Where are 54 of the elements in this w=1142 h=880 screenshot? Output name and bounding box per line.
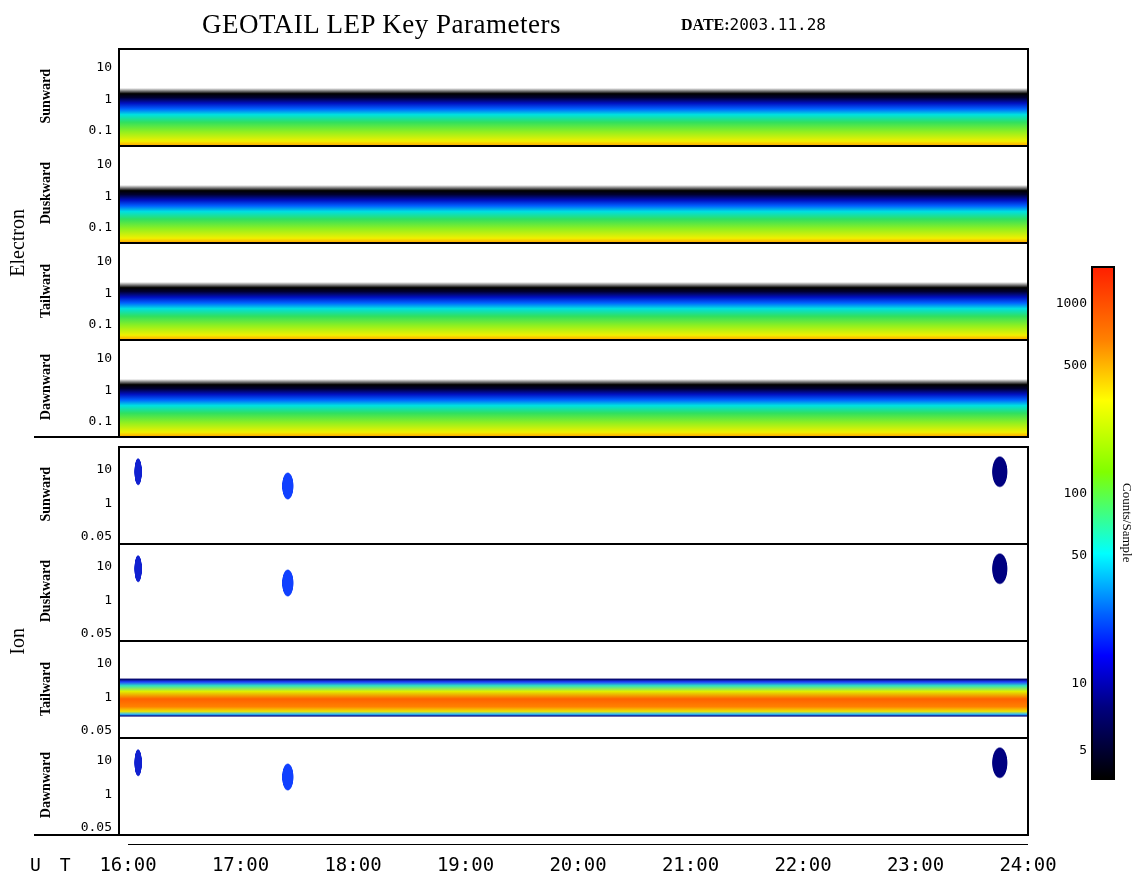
x-tick-label: 22:00	[774, 852, 832, 875]
date-value: 2003.11.28	[729, 14, 826, 34]
chart-title: GEOTAIL LEP Key Parameters	[202, 8, 561, 40]
x-tick-label: 24:00	[999, 852, 1057, 875]
y-tick-label: 1	[104, 91, 112, 106]
y-tick-label: 10	[96, 656, 112, 670]
x-tick-label: 17:00	[211, 852, 270, 875]
y-tick-label: 0.05	[80, 529, 112, 543]
panel-label: Duskward	[38, 162, 54, 225]
y-tick-label: 10	[96, 753, 112, 767]
y-tick-label: 0.1	[88, 123, 112, 137]
colorbar-tick-label: 10	[1071, 674, 1087, 690]
y-tick-label: 0.1	[88, 220, 112, 234]
x-tick-label: 20:00	[549, 852, 607, 875]
y-tick-label: 1	[104, 689, 112, 704]
y-tick-label: 10	[96, 462, 112, 476]
colorbar-tick-label: 500	[1063, 356, 1087, 372]
y-tick-label: 1	[104, 495, 112, 510]
x-tick-label: 16:00	[99, 852, 157, 875]
colorbar-tick-label: 1000	[1055, 294, 1087, 310]
group-label: Ion	[5, 627, 29, 655]
panel-label: Dawnward	[38, 354, 54, 421]
colorbar-label: Counts/Sample	[1119, 483, 1135, 563]
y-tick-label: 1	[104, 382, 112, 397]
y-tick-label: 10	[96, 254, 112, 268]
date-label: DATE:	[681, 15, 730, 33]
panel-label: Sunward	[38, 467, 54, 522]
y-tick-label: 1	[104, 188, 112, 203]
panel-label: Tailward	[38, 263, 54, 318]
y-tick-label: 10	[96, 351, 112, 365]
y-tick-label: 10	[96, 157, 112, 171]
y-tick-label: 0.05	[80, 820, 112, 834]
y-tick-label: 1	[104, 786, 112, 801]
y-tick-label: 0.1	[88, 317, 112, 331]
y-tick-label: 10	[96, 559, 112, 573]
colorbar-tick-label: 100	[1063, 484, 1087, 500]
y-tick-label: 0.1	[88, 414, 112, 428]
colorbar-tick-label: 5	[1079, 741, 1087, 757]
panel-label: Duskward	[38, 560, 54, 623]
y-tick-label: 0.05	[80, 626, 112, 640]
x-tick-label: 21:00	[661, 852, 720, 875]
y-tick-label: 0.05	[80, 723, 112, 737]
axis-label: U T	[29, 853, 76, 875]
y-tick-label: 1	[104, 285, 112, 300]
x-tick-label: 23:00	[886, 852, 945, 875]
colorbar-tick-label: 50	[1071, 546, 1087, 562]
y-tick-label: 1	[104, 592, 112, 607]
panel-label: Tailward	[38, 661, 54, 716]
x-tick-label: 19:00	[436, 852, 495, 875]
y-tick-label: 10	[96, 60, 112, 74]
panel-label: Dawnward	[38, 752, 54, 819]
x-tick-label: 18:00	[324, 852, 382, 875]
group-label: Electron	[5, 209, 29, 277]
panel-label: Sunward	[38, 69, 54, 124]
